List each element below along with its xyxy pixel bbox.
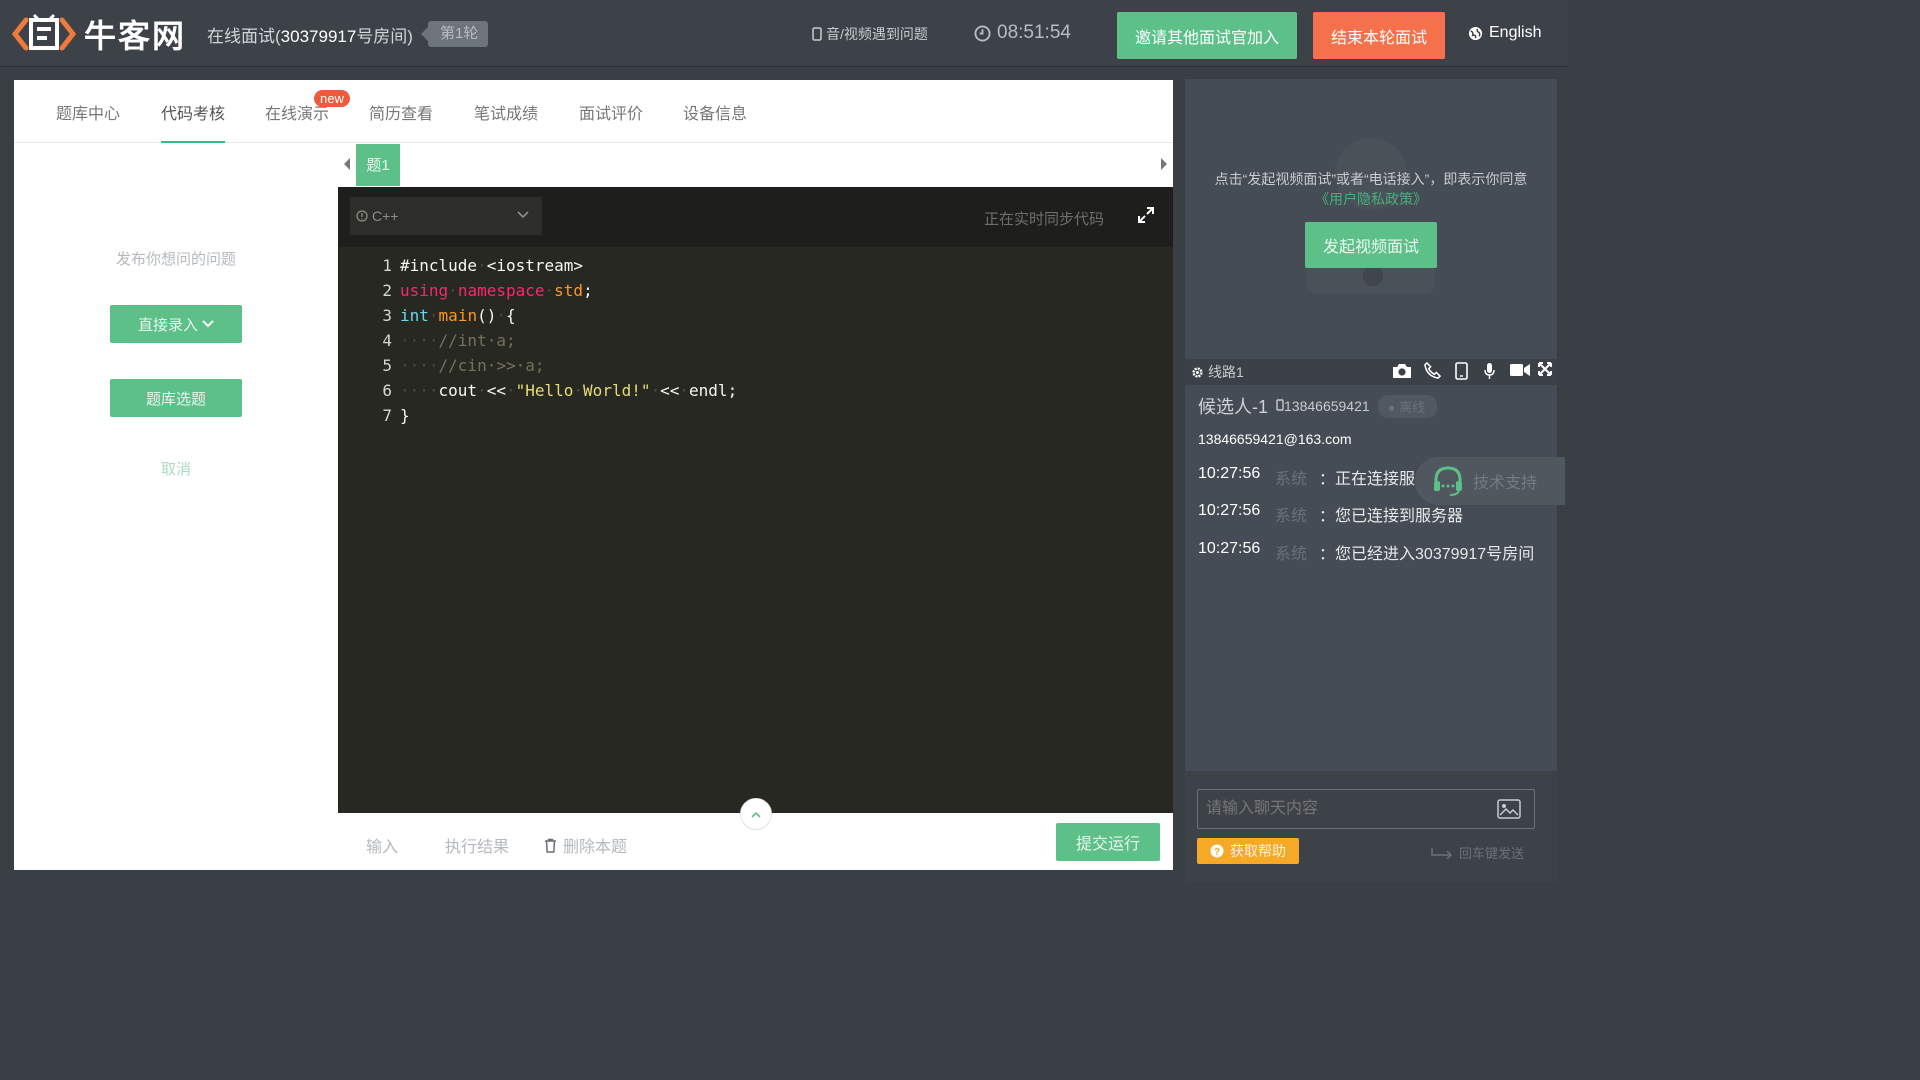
code-line: 5 ····//cin·>>·a;: [382, 356, 545, 375]
get-help-button[interactable]: ? 获取帮助: [1197, 838, 1299, 864]
trash-icon: [545, 838, 556, 853]
code-line: 1 #include·<iostream>: [382, 256, 584, 275]
ask-label: 发布你想问的问题: [115, 251, 236, 268]
info-icon: [356, 210, 368, 222]
code-line: 2 using · namespace · std;: [382, 281, 593, 300]
tab-resume[interactable]: 简历查看: [369, 100, 433, 143]
chat-input[interactable]: [1197, 789, 1535, 829]
video-camera-icon[interactable]: [1509, 362, 1531, 378]
sync-status: 正在实时同步代码: [984, 211, 1105, 228]
privacy-policy-link[interactable]: 《用户隐私政策》: [1315, 191, 1427, 207]
tab-question-bank[interactable]: 题库中心: [56, 100, 120, 143]
status-badge: ● 离线: [1377, 394, 1438, 418]
fullscreen-icon[interactable]: [1138, 207, 1154, 223]
code-line: 7}: [382, 406, 410, 425]
video-notice: 点击“发起视频面试”或者“电话接入”，即表示你同意《用户隐私政策》: [1214, 171, 1528, 207]
round-badge: 第1轮: [420, 21, 489, 47]
right-panel: 点击“发起视频面试”或者“电话接入”，即表示你同意《用户隐私政策》 发起视频面试…: [1185, 79, 1565, 882]
submit-run-button[interactable]: 提交运行: [1056, 823, 1160, 861]
code-body: 1 #include·<iostream> 2 using · namespace · st…: [338, 253, 737, 428]
tech-support-button[interactable]: 技术支持: [1415, 457, 1565, 505]
code-line: 4 ····//int·a;: [382, 331, 516, 350]
video-area: 点击“发起视频面试”或者“电话接入”，即表示你同意《用户隐私政策》 发起视频面试: [1185, 79, 1557, 359]
scroll-right-icon[interactable]: [1161, 158, 1167, 170]
line-select[interactable]: 线路1: [1191, 362, 1244, 382]
bank-select-button[interactable]: 题库选题: [110, 379, 242, 417]
enter-send-hint: 回车键发送: [1431, 843, 1524, 862]
interview-timer: 08:51:54: [974, 22, 1071, 44]
candidate-phone: 13846659421: [1276, 398, 1370, 414]
language-switch[interactable]: English: [1468, 24, 1541, 42]
chevron-down-icon: [202, 320, 214, 328]
code-line: 6 ···· cout · << · "Hello·World!" · << · endl;: [382, 381, 738, 400]
avatar-placeholder-icon: [1307, 138, 1435, 294]
input-tab[interactable]: 输入: [366, 833, 398, 857]
candidate-name: 候选人-1: [1198, 397, 1269, 417]
headset-icon: [1434, 466, 1462, 496]
chat-message: 10:27:56 系统：您已连接到服务器: [1198, 502, 1464, 525]
chat-message: 10:27:56 系统：您已经进入30379917号房间: [1198, 540, 1535, 563]
phone-icon: [1276, 399, 1284, 411]
direct-entry-button[interactable]: 直接录入: [110, 305, 242, 343]
expand-icon[interactable]: [1538, 362, 1552, 376]
logo[interactable]: 牛客网: [12, 12, 186, 56]
tab-evaluation[interactable]: 面试评价: [579, 100, 643, 143]
candidate-info: 候选人-1 13846659421 ● 离线: [1198, 393, 1438, 419]
language-select[interactable]: C++: [350, 197, 542, 235]
question-tab-1[interactable]: 题1: [356, 144, 400, 186]
gear-icon: [1192, 366, 1203, 378]
enter-key-icon: [1431, 847, 1453, 859]
candidate-email: 13846659421@163.com: [1198, 431, 1352, 447]
chevron-up-icon: [751, 811, 761, 818]
question-icon: ?: [1210, 844, 1224, 858]
svg-text:?: ?: [1214, 847, 1220, 858]
editor-toolbar: C++ 正在实时同步代码: [338, 187, 1173, 247]
result-tab[interactable]: 执行结果: [445, 833, 509, 857]
image-upload-icon[interactable]: [1497, 799, 1521, 819]
start-video-button[interactable]: 发起视频面试: [1305, 222, 1437, 268]
camera-icon[interactable]: [1391, 362, 1413, 380]
main-panel: 题库中心 代码考核 在线演示 new 简历查看 笔试成绩 面试评价 设备信息 发…: [14, 80, 1173, 870]
logo-icon: [12, 13, 76, 51]
av-issue-link[interactable]: 音/视频遇到问题: [812, 24, 928, 44]
tab-bar: 题库中心 代码考核 在线演示 new 简历查看 笔试成绩 面试评价 设备信息: [14, 80, 1173, 143]
chevron-down-icon: [517, 211, 529, 219]
tab-code-test[interactable]: 代码考核: [161, 100, 226, 143]
code-line: 3 int · main() ·{: [382, 306, 516, 325]
line-toolbar: 线路1: [1185, 359, 1557, 385]
delete-question-button[interactable]: 删除本题: [544, 833, 627, 857]
invite-interviewer-button[interactable]: 邀请其他面试官加入: [1117, 12, 1297, 59]
logo-text: 牛客网: [84, 17, 187, 55]
question-tabs: 题1: [338, 143, 1173, 187]
chat-message: 10:27:56 系统：正在连接服务器: [1198, 465, 1448, 488]
new-badge: new: [314, 90, 350, 107]
question-publish-column: 发布你想问的问题 直接录入 题库选题 取消: [14, 143, 338, 870]
room-title: 在线面试(30379917号房间): [207, 27, 413, 46]
mobile-icon[interactable]: [1455, 362, 1468, 380]
end-interview-button[interactable]: 结束本轮面试: [1313, 12, 1445, 59]
phone-call-icon[interactable]: [1424, 362, 1441, 379]
cancel-link[interactable]: 取消: [14, 458, 338, 479]
globe-icon: [1468, 26, 1483, 40]
scroll-left-icon[interactable]: [344, 158, 350, 170]
collapse-panel-button[interactable]: [740, 798, 772, 830]
code-editor[interactable]: C++ 正在实时同步代码 1 #include·<iostream> 2 using…: [338, 187, 1173, 813]
tab-device-info[interactable]: 设备信息: [683, 100, 747, 143]
clock-icon: [974, 24, 991, 42]
tab-written-score[interactable]: 笔试成绩: [474, 100, 538, 143]
chat-compose-area: ? 获取帮助 回车键发送: [1185, 771, 1557, 882]
top-header: 牛客网 在线面试(30379917号房间) 第1轮 音/视频遇到问题 08:51…: [0, 0, 1568, 67]
microphone-icon[interactable]: [1484, 362, 1495, 380]
phone-icon: [812, 27, 822, 41]
